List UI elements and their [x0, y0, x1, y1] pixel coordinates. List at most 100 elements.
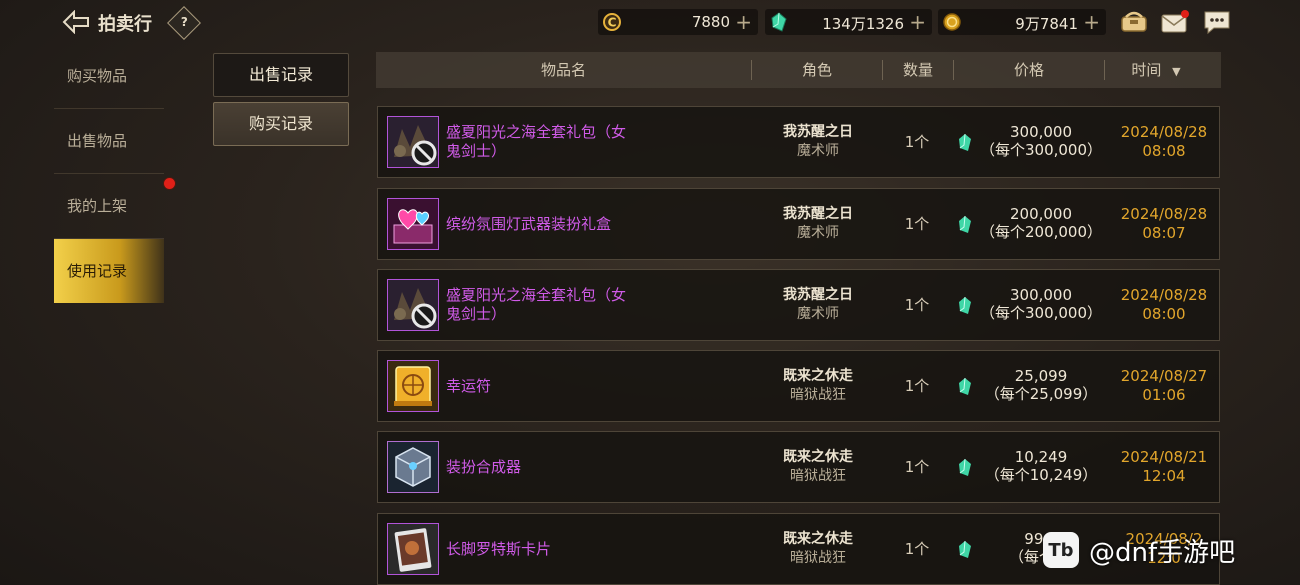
column-time-label: 时间: [1131, 61, 1162, 79]
item-name: 装扮合成器: [446, 457, 522, 476]
green-gem-icon: [959, 134, 971, 151]
role-cell: 我苏醒之日 魔术师: [748, 286, 888, 324]
gold-c-coin-icon: C: [603, 13, 621, 31]
lucky-charm-scroll-icon: [387, 360, 439, 412]
tab-sell-records[interactable]: 出售记录: [213, 53, 349, 97]
column-quantity: 数量: [902, 61, 933, 79]
price-cell: 200,000 （每个200,000）: [976, 205, 1106, 241]
gift-box-restricted-icon: [387, 279, 439, 331]
page-title: 拍卖行: [98, 14, 152, 35]
sidebar-item-my-listings[interactable]: 我的上架: [54, 174, 164, 239]
clock: 12:04: [1142, 467, 1186, 485]
role-cell: 既来之休走 暗狱战狂: [748, 367, 888, 405]
unit-price: （每个300,000）: [979, 141, 1103, 159]
character-name: 既来之休走: [783, 449, 853, 465]
character-class: 魔术师: [797, 143, 839, 159]
role-cell: 我苏醒之日 魔术师: [748, 123, 888, 161]
tab-buy-records[interactable]: 购买记录: [213, 102, 349, 146]
watermark-text: @dnf手游吧: [1089, 537, 1236, 568]
character-name: 我苏醒之日: [783, 124, 853, 140]
column-role: 角色: [801, 61, 832, 79]
time-cell: 2024/08/27 01:06: [1114, 367, 1214, 405]
table-row[interactable]: 缤纷氛围灯武器装扮礼盒 我苏醒之日 魔术师 1个 200,000 （每个200,…: [377, 188, 1220, 260]
character-name: 既来之休走: [783, 531, 853, 547]
currency-gems-value: 134万1326: [822, 15, 904, 33]
role-cell: 我苏醒之日 魔术师: [748, 205, 888, 243]
synthesizer-cube-icon: [387, 441, 439, 493]
character-class: 魔术师: [797, 225, 839, 241]
price-cell: 300,000 （每个300,000）: [976, 123, 1106, 159]
quantity: 1个: [904, 296, 930, 314]
total-price: 300,000: [1009, 286, 1073, 304]
date: 2024/08/28: [1120, 205, 1208, 223]
green-gem-icon: [959, 541, 971, 558]
time-cell: 2024/08/21 12:04: [1114, 448, 1214, 486]
character-class: 暗狱战狂: [790, 550, 846, 566]
item-name: 盛夏阳光之海全套礼包（女鬼剑士）: [446, 123, 627, 160]
character-name: 既来之休走: [783, 368, 853, 384]
clock: 08:00: [1142, 305, 1186, 323]
chat-icon[interactable]: [1203, 9, 1231, 35]
currency-gold: 9万7841 +: [938, 9, 1106, 35]
sidebar-item-buy-items[interactable]: 购买物品: [54, 44, 164, 109]
table-row[interactable]: 幸运符 既来之休走 暗狱战狂 1个 25,099 （每个25,099） 2024…: [377, 350, 1220, 422]
wallet-icon[interactable]: [1120, 9, 1148, 35]
date: 2024/08/28: [1120, 286, 1208, 304]
notification-dot: [163, 177, 176, 190]
add-coins-button[interactable]: +: [735, 10, 752, 34]
green-gem-icon: [959, 216, 971, 233]
character-name: 我苏醒之日: [783, 287, 853, 303]
total-price: 200,000: [1009, 205, 1073, 223]
currency-coins: C 7880 +: [598, 9, 758, 35]
clock: 01:06: [1142, 386, 1186, 404]
role-cell: 既来之休走 暗狱战狂: [748, 530, 888, 568]
sidebar: 购买物品 出售物品 我的上架 使用记录: [54, 44, 176, 303]
table-header: 物品名 角色 数量 价格 时间 ▼: [376, 52, 1221, 88]
date: 2024/08/27: [1120, 367, 1208, 385]
character-class: 暗狱战狂: [790, 468, 846, 484]
character-name: 我苏醒之日: [783, 206, 853, 222]
add-gold-button[interactable]: +: [1083, 10, 1100, 34]
gift-box-restricted-icon: [387, 116, 439, 168]
back-arrow-icon[interactable]: [60, 8, 92, 36]
column-item-name: 物品名: [540, 61, 586, 79]
column-divider: [1104, 60, 1105, 80]
add-gems-button[interactable]: +: [909, 10, 926, 34]
mail-icon[interactable]: [1160, 9, 1190, 35]
currency-gems: 134万1326 +: [765, 9, 932, 35]
unit-price: （每个300,000）: [979, 304, 1103, 322]
quantity: 1个: [904, 133, 930, 151]
sidebar-item-usage-records[interactable]: 使用记录: [54, 239, 164, 303]
time-cell: 2024/08/28 08:07: [1114, 205, 1214, 243]
total-price: 10,249: [1014, 448, 1068, 466]
table-row[interactable]: 装扮合成器 既来之休走 暗狱战狂 1个 10,249 （每个10,249） 20…: [377, 431, 1220, 503]
green-gem-icon: [959, 297, 971, 314]
date: 2024/08/21: [1120, 448, 1208, 466]
item-name: 盛夏阳光之海全套礼包（女鬼剑士）: [446, 286, 627, 323]
time-cell: 2024/08/28 08:00: [1114, 286, 1214, 324]
unit-price: （每个10,249）: [984, 466, 1098, 484]
unit-price: （每个25,099）: [984, 385, 1098, 403]
table-row[interactable]: 盛夏阳光之海全套礼包（女鬼剑士） 我苏醒之日 魔术师 1个 300,000 （每…: [377, 106, 1220, 178]
table-row[interactable]: 盛夏阳光之海全套礼包（女鬼剑士） 我苏醒之日 魔术师 1个 300,000 （每…: [377, 269, 1220, 341]
monster-card-icon: [387, 523, 439, 575]
unit-price: （每个200,000）: [979, 223, 1103, 241]
watermark: Tb @dnf手游吧: [1043, 530, 1235, 570]
quantity: 1个: [904, 458, 930, 476]
price-cell: 25,099 （每个25,099）: [976, 367, 1106, 403]
help-icon[interactable]: ?: [167, 6, 201, 40]
svg-text:C: C: [608, 16, 617, 30]
total-price: 300,000: [1009, 123, 1073, 141]
item-name: 长脚罗特斯卡片: [446, 539, 552, 558]
item-name: 缤纷氛围灯武器装扮礼盒: [446, 214, 612, 233]
time-cell: 2024/08/28 08:08: [1114, 123, 1214, 161]
sidebar-item-sell-items[interactable]: 出售物品: [54, 109, 164, 174]
column-price: 价格: [1013, 61, 1044, 79]
clock: 08:08: [1142, 142, 1186, 160]
date: 2024/08/28: [1120, 123, 1208, 141]
column-time-sort[interactable]: 时间 ▼: [1116, 52, 1196, 90]
help-label: ?: [180, 15, 188, 30]
sort-desc-icon: ▼: [1172, 65, 1181, 78]
green-gem-icon: [959, 459, 971, 476]
green-gem-icon: [771, 12, 787, 32]
